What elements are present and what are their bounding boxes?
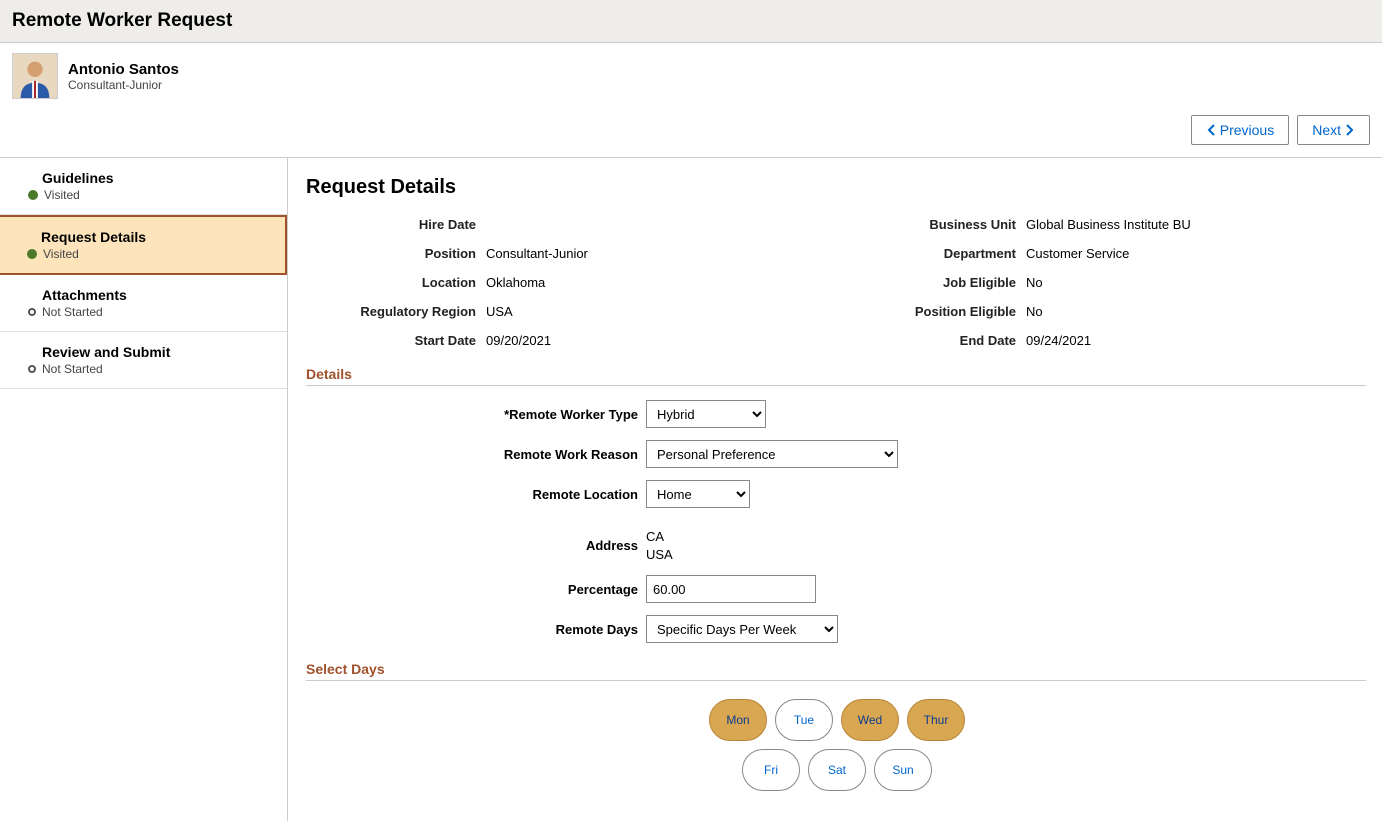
sidebar: Guidelines Visited Request Details Visited A…: [0, 158, 288, 821]
percentage-row: Percentage: [306, 575, 1368, 603]
previous-label: Previous: [1220, 122, 1274, 138]
person-info: Antonio Santos Consultant-Junior: [68, 61, 179, 92]
day-pill-sat[interactable]: Sat: [808, 749, 866, 791]
remote-location-label: Remote Location: [306, 487, 646, 502]
position-value: Consultant-Junior: [486, 246, 826, 261]
job-eligible-value: No: [1026, 275, 1366, 290]
address-line1: CA: [646, 528, 673, 546]
position-eligible-label: Position Eligible: [836, 304, 1016, 319]
next-label: Next: [1312, 122, 1341, 138]
regulatory-region-value: USA: [486, 304, 826, 319]
address-label: Address: [306, 538, 646, 553]
position-label: Position: [306, 246, 476, 261]
business-unit-value: Global Business Institute BU: [1026, 217, 1366, 232]
day-pill-fri[interactable]: Fri: [742, 749, 800, 791]
remote-worker-type-select[interactable]: Hybrid: [646, 400, 766, 428]
business-unit-label: Business Unit: [836, 217, 1016, 232]
step-status-text: Not Started: [42, 362, 103, 376]
regulatory-region-label: Regulatory Region: [306, 304, 476, 319]
remote-days-select[interactable]: Specific Days Per Week: [646, 615, 838, 643]
next-button[interactable]: Next: [1297, 115, 1370, 145]
position-eligible-value: No: [1026, 304, 1366, 319]
department-label: Department: [836, 246, 1016, 261]
status-dot-icon: [28, 365, 36, 373]
sidebar-step-guidelines[interactable]: Guidelines Visited: [0, 158, 287, 215]
step-status: Visited: [28, 188, 271, 202]
day-pill-wed[interactable]: Wed: [841, 699, 899, 741]
day-pill-tue[interactable]: Tue: [775, 699, 833, 741]
select-days-section-header: Select Days: [306, 661, 1366, 681]
hire-date-value: [486, 217, 826, 232]
day-pill-thur[interactable]: Thur: [907, 699, 965, 741]
status-dot-icon: [28, 190, 38, 200]
remote-days-row: Remote Days Specific Days Per Week: [306, 615, 1368, 643]
end-date-value: 09/24/2021: [1026, 333, 1366, 348]
address-row: Address CA USA: [306, 528, 1368, 563]
percentage-label: Percentage: [306, 582, 646, 597]
status-dot-icon: [28, 308, 36, 316]
chevron-left-icon: [1206, 124, 1216, 136]
previous-button[interactable]: Previous: [1191, 115, 1289, 145]
avatar: [12, 53, 58, 99]
percentage-input[interactable]: [646, 575, 816, 603]
sidebar-step-attachments[interactable]: Attachments Not Started: [0, 275, 287, 332]
step-status-text: Not Started: [42, 305, 103, 319]
remote-location-row: Remote Location Home: [306, 480, 1368, 508]
page-title: Remote Worker Request: [12, 10, 232, 31]
step-title: Request Details: [41, 229, 269, 245]
step-status: Not Started: [28, 362, 271, 376]
content-title: Request Details: [306, 176, 1368, 199]
remote-worker-type-row: *Remote Worker Type Hybrid: [306, 400, 1368, 428]
location-label: Location: [306, 275, 476, 290]
remote-work-reason-select[interactable]: Personal Preference: [646, 440, 898, 468]
remote-location-select[interactable]: Home: [646, 480, 750, 508]
job-eligible-label: Job Eligible: [836, 275, 1016, 290]
info-grid: Hire Date Business Unit Global Business …: [306, 217, 1366, 348]
chevron-right-icon: [1345, 124, 1355, 136]
end-date-label: End Date: [836, 333, 1016, 348]
sidebar-step-review-and-submit[interactable]: Review and Submit Not Started: [0, 332, 287, 389]
day-pill-mon[interactable]: Mon: [709, 699, 767, 741]
person-role: Consultant-Junior: [68, 78, 179, 92]
remote-work-reason-row: Remote Work Reason Personal Preference: [306, 440, 1368, 468]
location-value: Oklahoma: [486, 275, 826, 290]
person-name: Antonio Santos: [68, 61, 179, 78]
step-title: Guidelines: [42, 170, 271, 186]
details-section-header: Details: [306, 366, 1366, 386]
day-pill-sun[interactable]: Sun: [874, 749, 932, 791]
header-bar: Remote Worker Request: [0, 0, 1382, 43]
step-status: Not Started: [28, 305, 271, 319]
days-wrap: MonTueWedThur FriSatSun: [577, 699, 1097, 791]
content: Request Details Hire Date Business Unit …: [288, 158, 1382, 821]
address-line2: USA: [646, 546, 673, 564]
avatar-image: [13, 54, 57, 98]
status-dot-icon: [27, 249, 37, 259]
person-row: Antonio Santos Consultant-Junior: [0, 43, 1382, 109]
address-value: CA USA: [646, 528, 673, 563]
hire-date-label: Hire Date: [306, 217, 476, 232]
start-date-value: 09/20/2021: [486, 333, 826, 348]
step-status-text: Visited: [43, 247, 79, 261]
remote-days-label: Remote Days: [306, 622, 646, 637]
step-title: Review and Submit: [42, 344, 271, 360]
sidebar-step-request-details[interactable]: Request Details Visited: [0, 215, 287, 275]
start-date-label: Start Date: [306, 333, 476, 348]
department-value: Customer Service: [1026, 246, 1366, 261]
remote-work-reason-label: Remote Work Reason: [306, 447, 646, 462]
step-status: Visited: [27, 247, 269, 261]
remote-worker-type-label: *Remote Worker Type: [306, 407, 646, 422]
step-title: Attachments: [42, 287, 271, 303]
nav-buttons: Previous Next: [0, 109, 1382, 157]
step-status-text: Visited: [44, 188, 80, 202]
main-wrap: Guidelines Visited Request Details Visited A…: [0, 157, 1382, 821]
